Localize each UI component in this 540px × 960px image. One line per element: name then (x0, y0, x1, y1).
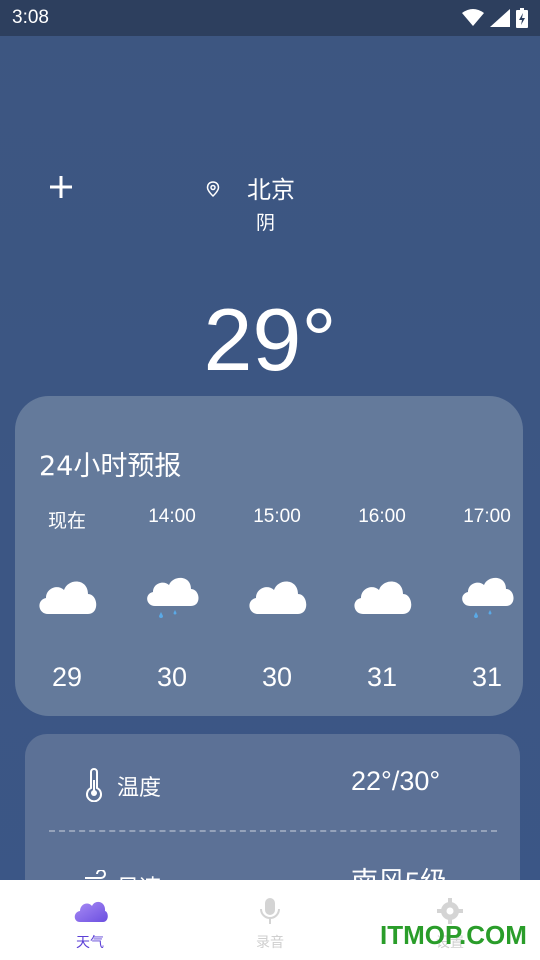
status-bar: 3:08 (0, 0, 540, 36)
add-city-button[interactable] (48, 174, 74, 200)
signal-icon (490, 9, 510, 27)
forecast-hour: 15:00 30 (222, 506, 332, 693)
battery-icon (516, 8, 528, 28)
detail-row-temperature: 温度 22°/30° (25, 734, 520, 802)
nav-label: 录音 (256, 935, 284, 951)
nav-item-recording[interactable]: 录音 (180, 880, 360, 960)
cloud-rain-icon (147, 577, 199, 618)
detail-label: 温度 (117, 776, 162, 801)
hour-label: 14:00 (148, 506, 196, 527)
hour-temp: 30 (261, 662, 293, 692)
weather-cloud-icon (74, 901, 108, 922)
weather-condition: 阴 (256, 212, 276, 234)
cloud-rain-icon (462, 577, 514, 618)
detail-value: 22°/30° (351, 766, 441, 796)
forecast-hour: 17:00 31 (432, 506, 540, 693)
city-name[interactable]: 北京 (247, 170, 295, 205)
forecast-hour: 16:00 31 (327, 506, 437, 693)
current-temperature: 29° (203, 290, 337, 389)
forecast-hour: 14:00 30 (117, 506, 227, 693)
nav-item-weather[interactable]: 天气 (0, 880, 180, 960)
hour-temp: 30 (156, 662, 188, 692)
cloud-icon (354, 581, 412, 614)
forecast-hour: 现在 29 (12, 506, 122, 693)
location-pin-icon (206, 181, 220, 197)
nav-label: 天气 (76, 935, 104, 951)
thermometer-icon (86, 768, 102, 802)
hour-temp: 29 (51, 662, 83, 692)
watermark: ITMOP.COM (380, 920, 527, 950)
hour-label: 现在 (47, 511, 86, 532)
cloud-icon (249, 581, 307, 614)
microphone-icon (260, 898, 280, 924)
hour-temp: 31 (471, 662, 503, 692)
hour-label: 16:00 (358, 506, 406, 527)
forecast-title: 24小时预报 (39, 451, 182, 482)
hourly-forecast-card[interactable]: 24小时预报 现在 29 14:00 30 15:00 30 16:00 31 … (15, 396, 523, 716)
hour-label: 17:00 (463, 506, 511, 527)
hour-temp: 31 (366, 662, 398, 692)
status-time: 3:08 (12, 7, 49, 28)
hour-label: 15:00 (253, 506, 301, 527)
wifi-icon (462, 9, 484, 26)
cloud-icon (39, 581, 97, 614)
status-icons (462, 8, 528, 28)
